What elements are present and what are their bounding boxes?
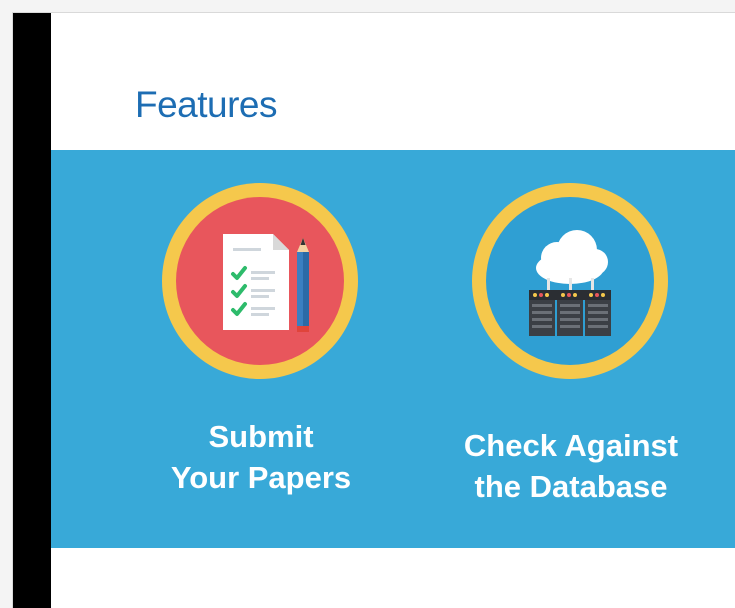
feature-check-line2: the Database [474,469,668,504]
page-title: Features [135,84,278,125]
feature-submit-label: Submit Your Papers [131,416,391,498]
document-checklist-pencil-icon [162,183,358,379]
cloud-server-database-icon [472,183,668,379]
feature-check-label: Check Against the Database [446,425,696,507]
left-black-bar [13,13,51,608]
slide-frame: Features Submit Your Papers Check Agains… [12,12,735,608]
feature-submit-line2: Your Papers [170,460,352,495]
feature-submit-line1: Submit [208,419,314,454]
features-band: Submit Your Papers Check Against the Dat… [51,150,735,548]
feature-check-line1: Check Against [463,428,679,463]
